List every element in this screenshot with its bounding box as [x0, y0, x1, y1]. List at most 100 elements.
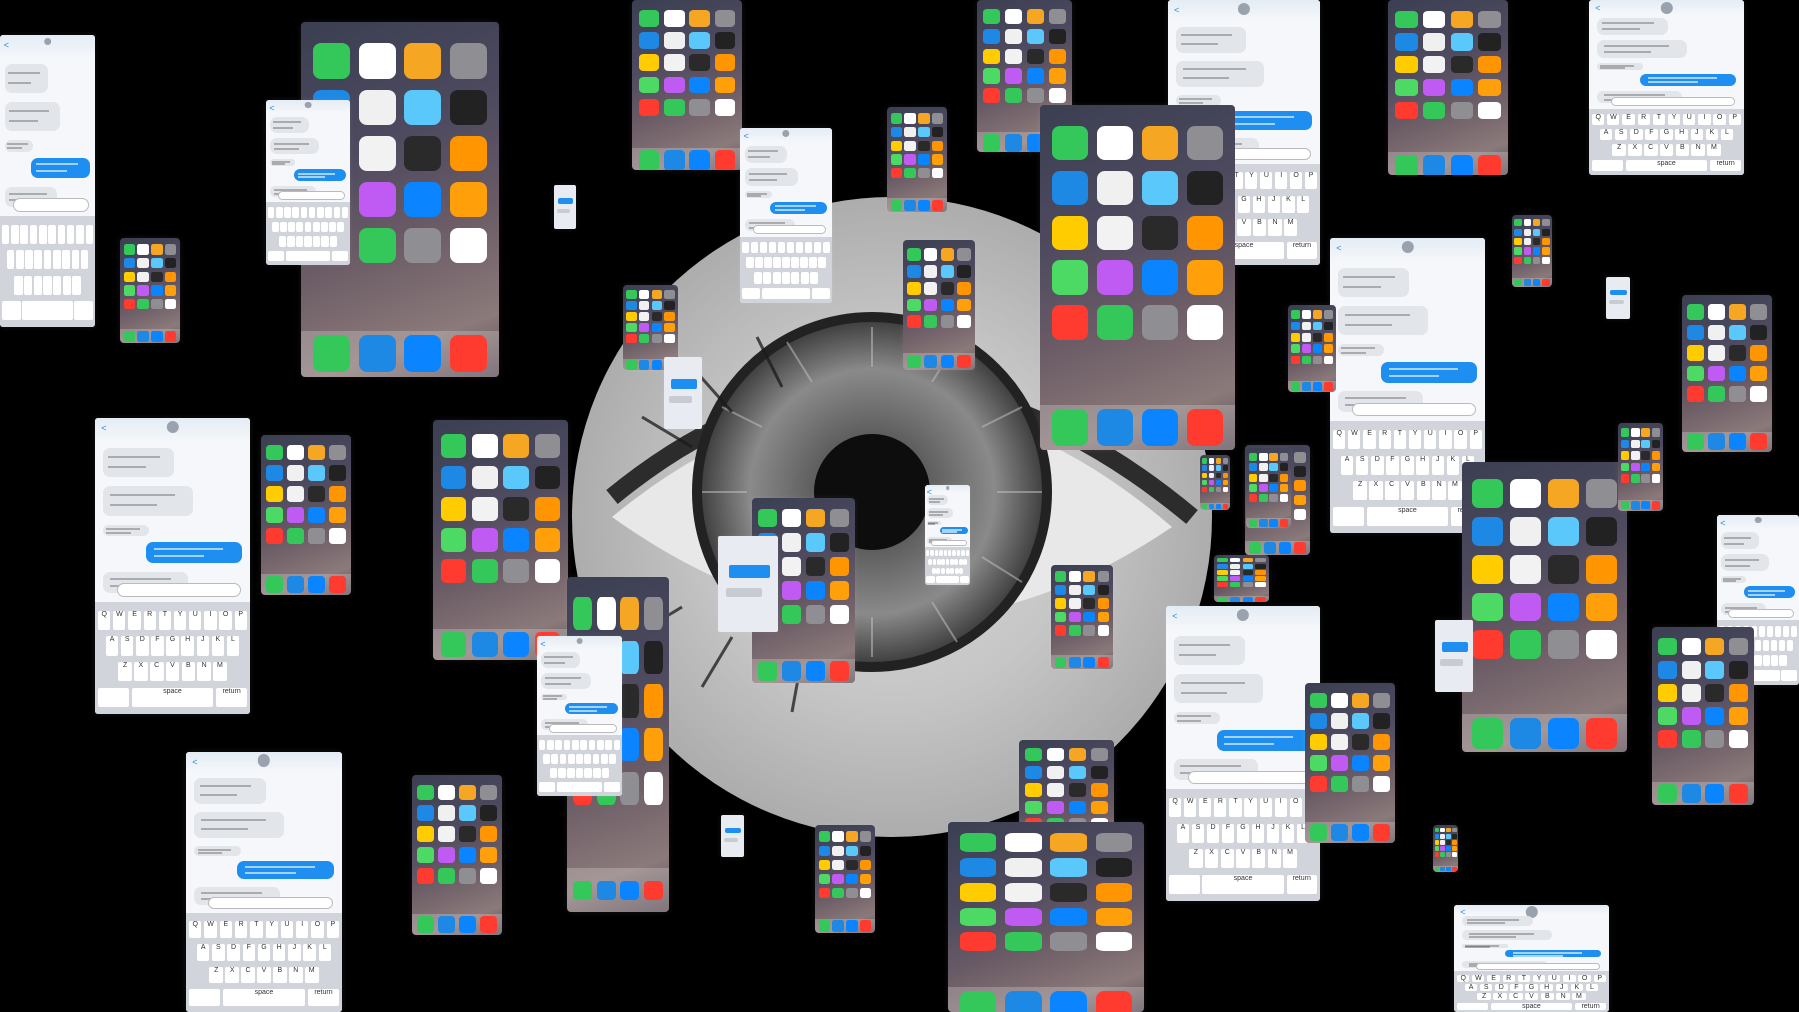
back-chevron-icon[interactable]: <: [1336, 243, 1341, 253]
keyboard-key[interactable]: X: [936, 567, 941, 574]
keyboard-key[interactable]: K: [809, 257, 817, 269]
keyboard-key[interactable]: M: [1572, 993, 1586, 1001]
message-input-field[interactable]: [1351, 402, 1476, 417]
keyboard-key[interactable]: W: [547, 740, 554, 751]
keyboard-key[interactable]: E: [1199, 797, 1212, 817]
keyboard-key[interactable]: U: [795, 241, 804, 254]
keyboard-key[interactable]: S: [212, 943, 225, 961]
keyboard-key[interactable]: C: [1643, 144, 1658, 156]
keyboard-key[interactable]: R: [1214, 797, 1227, 817]
space-key[interactable]: space: [285, 250, 331, 262]
keyboard-key[interactable]: R: [143, 610, 156, 630]
keyboard-key[interactable]: D: [1495, 983, 1508, 991]
keyboard-key[interactable]: N: [62, 275, 72, 295]
space-key[interactable]: space: [22, 301, 73, 321]
keyboard-key[interactable]: T: [1393, 429, 1406, 449]
keyboard-key[interactable]: A: [271, 221, 279, 233]
keyboard-key[interactable]: A: [928, 558, 932, 566]
keyboard-key[interactable]: F: [773, 257, 781, 269]
keyboard-key[interactable]: Q: [189, 921, 202, 938]
keyboard-key[interactable]: Y: [786, 241, 795, 254]
keyboard-key[interactable]: A: [105, 636, 119, 656]
keyboard-key[interactable]: A: [196, 943, 210, 961]
keyboard-key[interactable]: D: [1206, 823, 1220, 843]
keyboard-key[interactable]: D: [136, 636, 149, 656]
space-key[interactable]: space: [1625, 159, 1708, 171]
keyboard-key[interactable]: W: [1348, 429, 1361, 449]
keyboard-key[interactable]: F: [1221, 823, 1235, 843]
return-key[interactable]: return: [1781, 670, 1798, 682]
keyboard-key[interactable]: D: [1371, 455, 1384, 475]
keyboard-key[interactable]: L: [1786, 640, 1794, 652]
return-key[interactable]: return: [1286, 875, 1317, 895]
keyboard-key[interactable]: E: [128, 610, 141, 630]
keyboard-key[interactable]: J: [954, 558, 959, 566]
keyboard-key[interactable]: J: [1690, 129, 1703, 141]
keyboard-key[interactable]: Q: [1457, 974, 1470, 982]
keyboard-key[interactable]: N: [954, 567, 959, 574]
back-chevron-icon[interactable]: <: [101, 423, 106, 433]
keyboard-key[interactable]: G: [1237, 195, 1251, 213]
keyboard-key[interactable]: K: [1446, 455, 1460, 475]
keyboard-key[interactable]: V: [257, 966, 271, 984]
keyboard-key[interactable]: A: [542, 754, 550, 765]
keyboard-key[interactable]: F: [151, 636, 164, 656]
keyboard-key[interactable]: Z: [1189, 849, 1203, 869]
keyboard-key[interactable]: J: [1267, 195, 1280, 213]
keyboard-key[interactable]: C: [1508, 993, 1523, 1001]
keyboard-key[interactable]: I: [1774, 625, 1782, 637]
keyboard-key[interactable]: I: [1698, 113, 1711, 126]
keyboard-key[interactable]: G: [166, 636, 179, 656]
keyboard-key[interactable]: P: [965, 550, 970, 557]
return-key[interactable]: return: [308, 989, 339, 1007]
keyboard-key[interactable]: K: [71, 250, 80, 270]
keyboard-key[interactable]: M: [1448, 481, 1462, 501]
space-key[interactable]: space: [557, 782, 602, 793]
keyboard-key[interactable]: V: [781, 272, 791, 284]
keyboard-key[interactable]: S: [551, 754, 559, 765]
keyboard-key[interactable]: C: [241, 966, 255, 984]
keyboard-key[interactable]: V: [1524, 993, 1539, 1001]
keyboard-key[interactable]: M: [601, 768, 610, 779]
back-chevron-icon[interactable]: <: [540, 639, 545, 649]
keyboard-key[interactable]: S: [1614, 129, 1628, 141]
keyboard-key[interactable]: H: [791, 257, 799, 269]
keyboard-key[interactable]: T: [1652, 113, 1665, 126]
keyboard-key[interactable]: B: [1252, 218, 1267, 236]
keyboard-key[interactable]: B: [950, 567, 955, 574]
keyboard-key[interactable]: J: [592, 754, 600, 765]
keyboard-key[interactable]: B: [53, 275, 62, 295]
keyboard-key[interactable]: V: [1754, 655, 1762, 667]
space-key[interactable]: space: [131, 688, 214, 708]
keyboard-key[interactable]: N: [1771, 655, 1779, 667]
keyboard-key[interactable]: S: [755, 257, 763, 269]
keyboard-key[interactable]: P: [822, 241, 831, 254]
keyboard-key[interactable]: L: [1585, 983, 1599, 991]
keyboard-key[interactable]: D: [936, 558, 941, 566]
keyboard-key[interactable]: V: [304, 236, 312, 247]
keyboard-key[interactable]: M: [329, 236, 338, 247]
keyboard-key[interactable]: O: [76, 224, 84, 244]
keyboard-key[interactable]: O: [961, 550, 965, 557]
keyboard-key[interactable]: U: [1260, 172, 1273, 190]
keyboard-key[interactable]: B: [1675, 144, 1690, 156]
keyboard-key[interactable]: M: [304, 966, 319, 984]
keyboard-key[interactable]: H: [181, 636, 194, 656]
keyboard-key[interactable]: C: [33, 275, 42, 295]
keyboard-key[interactable]: Z: [278, 236, 286, 247]
keyboard-key[interactable]: Q: [1592, 113, 1605, 126]
keyboard-key[interactable]: B: [181, 662, 196, 682]
keyboard-key[interactable]: D: [764, 257, 772, 269]
keyboard-key[interactable]: M: [72, 275, 81, 295]
message-input-field[interactable]: [1187, 770, 1311, 785]
keyboard-key[interactable]: Y: [947, 550, 952, 557]
keyboard-key[interactable]: K: [329, 221, 336, 233]
keyboard-key[interactable]: R: [768, 241, 777, 254]
keyboard-key[interactable]: H: [1675, 129, 1688, 141]
keyboard-key[interactable]: J: [1555, 983, 1568, 991]
keyboard-key[interactable]: E: [1487, 974, 1500, 982]
keyboard-key[interactable]: O: [311, 921, 324, 938]
keyboard-key[interactable]: A: [1176, 823, 1190, 843]
keyboard-key[interactable]: E: [555, 740, 563, 751]
keyboard-key[interactable]: B: [1251, 849, 1266, 869]
